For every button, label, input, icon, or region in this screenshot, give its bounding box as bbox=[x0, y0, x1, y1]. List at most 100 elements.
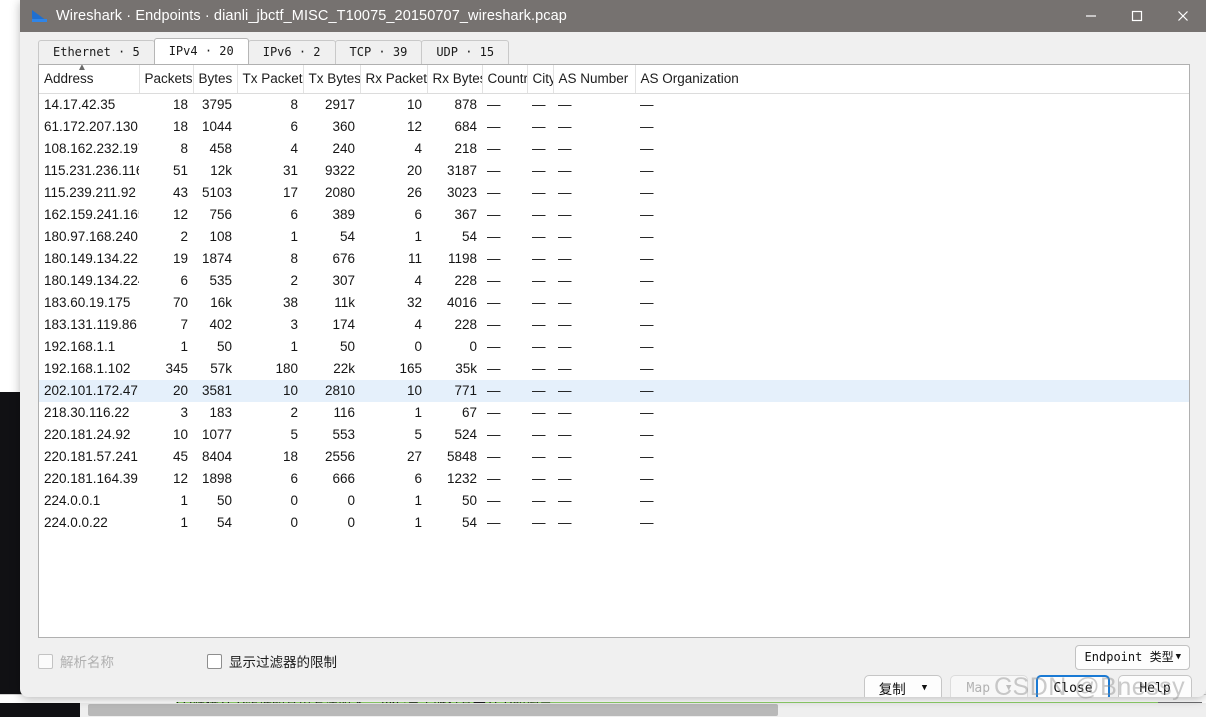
table-row[interactable]: 220.181.164.39 12 1898 6 666 6 1232— — — — bbox=[39, 468, 1189, 490]
country-value: — bbox=[487, 449, 501, 464]
close-button[interactable]: Close bbox=[1036, 675, 1110, 697]
tx-bytes-value: 553 bbox=[332, 427, 355, 442]
bytes-value: 1044 bbox=[201, 119, 232, 134]
endpoints-table-body: 14.17.42.35 18 3795 8 2917 10 878— — — —61.172.20… bbox=[39, 94, 1189, 535]
help-button[interactable]: Help bbox=[1118, 675, 1192, 697]
rx-bytes-value: 35k bbox=[455, 361, 477, 376]
table-row[interactable]: 115.239.211.92 43 5103 17 2080 26 3023 — — — — bbox=[39, 182, 1189, 204]
resolve-names-checkbox[interactable]: 解析名称 bbox=[38, 651, 114, 671]
tx-bytes-value: 2810 bbox=[303, 380, 360, 402]
title-bar[interactable]: Wireshark · Endpoints · dianli_jbctf_MIS… bbox=[20, 0, 1206, 32]
table-row[interactable]: 192.168.1.1 1 50 1 50 0 0 — — — — bbox=[39, 336, 1189, 358]
minimize-icon bbox=[1086, 15, 1096, 17]
country-value: — bbox=[487, 295, 501, 310]
column-header-as-number[interactable]: AS Number bbox=[553, 65, 636, 94]
tx-bytes-value: 174 bbox=[332, 317, 355, 332]
as-number-value: — bbox=[558, 449, 572, 464]
sort-ascending-icon: ▲ bbox=[77, 65, 87, 73]
column-header-address[interactable]: Address ▲ bbox=[39, 65, 140, 94]
tx-bytes-value: 54 bbox=[339, 229, 355, 244]
rx-bytes-value: 684 bbox=[454, 119, 477, 134]
table-row[interactable]: 202.101.172.47 20 3581 10 2810 10 771— — — — bbox=[39, 380, 1189, 402]
column-header-rx-packets[interactable]: Rx Packets bbox=[360, 65, 428, 94]
endpoints-table-panel: Address ▲ Packets Bytes Tx Packets Tx By… bbox=[38, 64, 1190, 638]
tx-bytes-value: 2917 bbox=[324, 97, 355, 112]
copy-button[interactable]: 复制 ▼ bbox=[864, 675, 942, 697]
endpoint-address: 14.17.42.35 bbox=[44, 97, 116, 112]
packets-value: 10 bbox=[172, 427, 188, 442]
table-row[interactable]: 115.231.236.116 51 12k 31 9322 20 3187 — — — — bbox=[39, 160, 1189, 182]
rx-bytes-value: 4016 bbox=[446, 295, 477, 310]
country-value: — bbox=[487, 361, 501, 376]
protocol-tab-bar[interactable]: Ethernet · 5 IPv4 · 20 IPv6 · 2 TCP · 39… bbox=[20, 32, 1206, 64]
limit-to-display-filter-checkbox[interactable]: 显示过滤器的限制 bbox=[207, 651, 337, 671]
background-scrollbar-thumb[interactable] bbox=[88, 704, 778, 716]
table-row[interactable]: 108.162.232.197 8 458 4 240 4 218 — — — — bbox=[39, 138, 1189, 160]
column-header-city[interactable]: City bbox=[527, 65, 554, 94]
country-value: — bbox=[487, 251, 501, 266]
city-value: — bbox=[532, 493, 546, 508]
city-value: — bbox=[532, 449, 546, 464]
column-header-bytes[interactable]: Bytes bbox=[193, 65, 238, 94]
table-row[interactable]: 61.172.207.130 18 1044 6 360 12 684 — — — — bbox=[39, 116, 1189, 138]
tab-ipv4[interactable]: IPv4 · 20 bbox=[153, 38, 249, 64]
endpoint-address: 192.168.1.102 bbox=[44, 361, 131, 376]
bytes-value: 1898 bbox=[201, 471, 232, 486]
endpoint-type-button[interactable]: Endpoint 类型 ▼ bbox=[1074, 645, 1190, 670]
table-row[interactable]: 183.131.119.86 7 402 3 174 4 228 — — — — bbox=[39, 314, 1189, 336]
country-value: — bbox=[487, 97, 501, 112]
city-value: — bbox=[532, 207, 546, 222]
packets-value: 1 bbox=[180, 515, 188, 530]
checkbox-box-icon bbox=[207, 653, 222, 669]
table-row[interactable]: 180.149.134.221 19 1874 8 676 11 1198 — — — — bbox=[39, 248, 1189, 270]
city-value: — bbox=[532, 229, 546, 244]
city-value: — bbox=[532, 515, 546, 530]
tab-tcp[interactable]: TCP · 39 bbox=[334, 40, 423, 64]
table-row[interactable]: 220.181.24.92 10 1077 5 553 5 524 — — — — bbox=[39, 424, 1189, 446]
column-header-as-organization[interactable]: AS Organization bbox=[635, 65, 1189, 94]
table-row[interactable]: 192.168.1.102 345 57k 180 22k 165 35k — — — — bbox=[39, 358, 1189, 380]
table-row[interactable]: 218.30.116.22 3 183 2 116 1 67 — — — — bbox=[39, 402, 1189, 424]
tx-packets-value: 3 bbox=[290, 317, 298, 332]
column-header-rx-bytes[interactable]: Rx Bytes bbox=[427, 65, 483, 94]
map-button[interactable]: Map ▼ bbox=[950, 675, 1028, 697]
city-value: — bbox=[532, 185, 546, 200]
bytes-value: 54 bbox=[216, 515, 232, 530]
bytes-value: 183 bbox=[209, 405, 232, 420]
maximize-button[interactable] bbox=[1114, 0, 1160, 32]
as-number-value: — bbox=[558, 317, 572, 332]
table-row[interactable]: 180.149.134.224 6 535 2 307 4 228 — — — — bbox=[39, 270, 1189, 292]
rx-packets-value: 0 bbox=[414, 339, 422, 354]
limit-to-display-filter-label: 显示过滤器的限制 bbox=[229, 655, 337, 670]
bytes-value: 756 bbox=[209, 207, 232, 222]
tx-bytes-value: 0 bbox=[347, 515, 355, 530]
packets-value: 51 bbox=[172, 163, 188, 178]
city-value: — bbox=[532, 427, 546, 442]
tab-ipv6[interactable]: IPv6 · 2 bbox=[247, 40, 336, 64]
tx-packets-value: 10 bbox=[237, 380, 303, 402]
country-value: — bbox=[487, 515, 501, 530]
as-number-value: — bbox=[558, 207, 572, 222]
table-row[interactable]: 14.17.42.35 18 3795 8 2917 10 878 — — — — bbox=[39, 94, 1189, 117]
table-row[interactable]: 180.97.168.240 2 108 1 54 1 54 — — — — bbox=[39, 226, 1189, 248]
resolve-names-label: 解析名称 bbox=[60, 655, 114, 670]
background-dark-panel bbox=[0, 392, 22, 717]
column-header-packets[interactable]: Packets bbox=[139, 65, 194, 94]
close-window-button[interactable] bbox=[1160, 0, 1206, 32]
column-header-tx-bytes[interactable]: Tx Bytes bbox=[303, 65, 361, 94]
table-row[interactable]: 162.159.241.165 12 756 6 389 6 367 — — — — bbox=[39, 204, 1189, 226]
as-organization-value: — bbox=[640, 361, 654, 376]
table-row[interactable]: 224.0.0.22 1 54 0 0 1 54 — — — — bbox=[39, 512, 1189, 534]
rx-packets-value: 32 bbox=[406, 295, 422, 310]
tab-ethernet[interactable]: Ethernet · 5 bbox=[38, 40, 155, 64]
minimize-button[interactable] bbox=[1068, 0, 1114, 32]
packets-value: 20 bbox=[139, 380, 193, 402]
tx-packets-value: 2 bbox=[290, 273, 298, 288]
table-row[interactable]: 224.0.0.1 1 50 0 0 1 50 — — — — bbox=[39, 490, 1189, 512]
tab-udp[interactable]: UDP · 15 bbox=[421, 40, 510, 64]
table-row[interactable]: 220.181.57.241 45 8404 18 2556 27 5848 — — — — bbox=[39, 446, 1189, 468]
column-header-tx-packets[interactable]: Tx Packets bbox=[237, 65, 304, 94]
column-header-country[interactable]: Country bbox=[482, 65, 528, 94]
tx-bytes-value: 11k bbox=[334, 295, 355, 310]
table-row[interactable]: 183.60.19.175 70 16k 38 11k 32 4016 — — — — bbox=[39, 292, 1189, 314]
